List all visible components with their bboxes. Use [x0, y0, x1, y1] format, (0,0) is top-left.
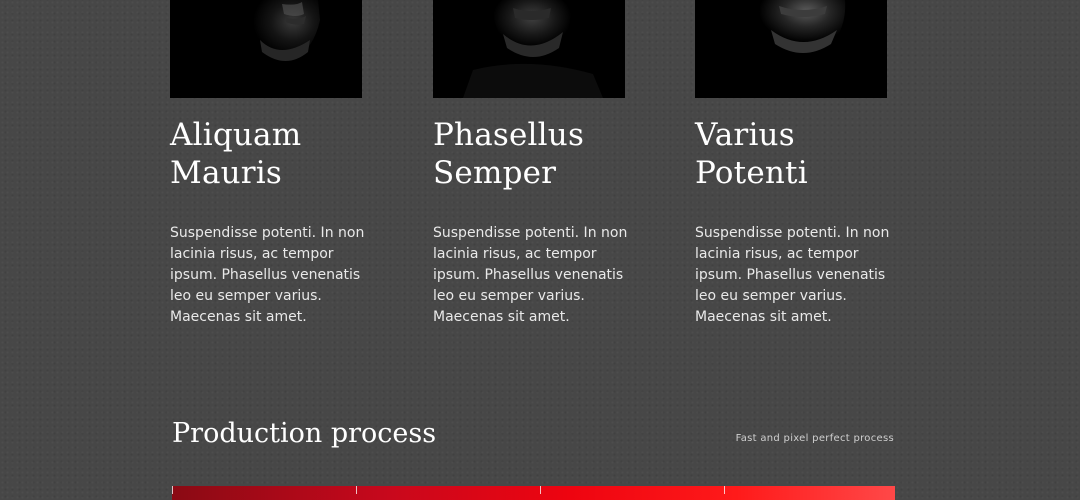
process-step-marker [356, 486, 357, 494]
team-member-2: Phasellus Semper Suspendisse potenti. In… [433, 0, 633, 342]
team-member-photo [170, 0, 362, 98]
portrait-image [170, 0, 362, 98]
team-member-photo [695, 0, 887, 98]
portrait-image [695, 0, 887, 98]
team-section: Aliquam Mauris Suspendisse potenti. In n… [170, 0, 890, 325]
team-member-1: Aliquam Mauris Suspendisse potenti. In n… [170, 0, 370, 342]
team-member-bio: Suspendisse potenti. In non lacinia risu… [695, 225, 890, 325]
process-step-marker [540, 486, 541, 494]
team-member-bio: Suspendisse potenti. In non lacinia risu… [170, 225, 365, 325]
team-member-photo [433, 0, 625, 98]
section-title: Production process [172, 418, 437, 449]
team-member-3: Varius Potenti Suspendisse potenti. In n… [695, 0, 895, 342]
production-process-bar [172, 486, 895, 500]
process-step-marker [724, 486, 725, 494]
team-member-bio: Suspendisse potenti. In non lacinia risu… [433, 225, 628, 325]
portrait-image [433, 0, 625, 98]
team-member-name: Aliquam Mauris [170, 117, 302, 191]
team-member-name: Varius Potenti [695, 117, 808, 191]
section-subtitle: Fast and pixel perfect process [735, 433, 894, 444]
process-step-marker [172, 486, 173, 494]
team-member-name: Phasellus Semper [433, 117, 585, 191]
